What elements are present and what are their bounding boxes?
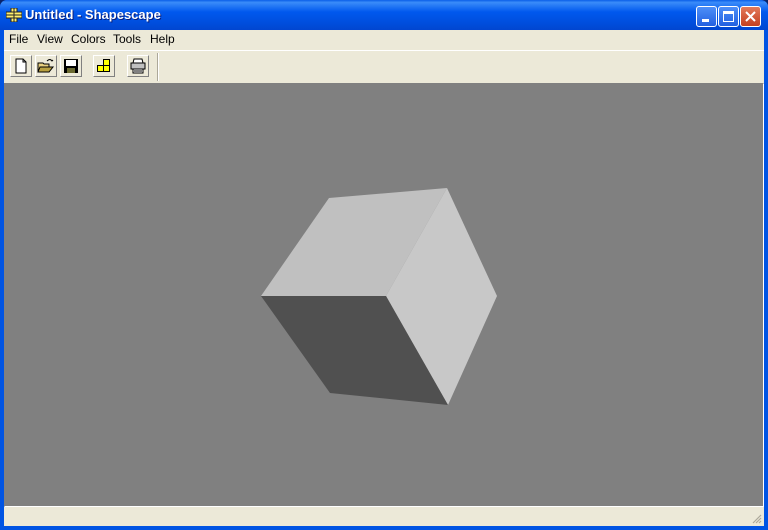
menu-file[interactable]: File [9, 32, 28, 46]
open-folder-icon [37, 59, 55, 73]
menu-tools[interactable]: Tools [113, 32, 141, 46]
menu-bar: File View Colors Tools Help [4, 30, 764, 49]
print-button[interactable] [127, 55, 149, 77]
minimize-button[interactable] [696, 6, 717, 27]
minimize-icon [702, 19, 709, 22]
title-bar[interactable]: Untitled - Shapescape [0, 0, 768, 30]
menu-view[interactable]: View [37, 32, 63, 46]
save-button[interactable] [60, 55, 82, 77]
cube-shape[interactable] [5, 84, 763, 506]
app-icon [6, 8, 22, 22]
toolbar [4, 50, 764, 83]
drawing-canvas[interactable] [4, 83, 764, 507]
new-document-icon [15, 58, 27, 74]
printer-icon [130, 58, 146, 74]
client-area: File View Colors Tools Help [4, 30, 764, 526]
close-button[interactable] [740, 6, 761, 27]
menu-help[interactable]: Help [150, 32, 175, 46]
maximize-button[interactable] [718, 6, 739, 27]
shapes-blocks-icon [97, 59, 110, 72]
shapes-button[interactable] [93, 55, 115, 77]
menu-colors[interactable]: Colors [71, 32, 106, 46]
close-icon [745, 11, 756, 22]
open-button[interactable] [35, 55, 57, 77]
save-disk-icon [64, 59, 78, 73]
app-window: Untitled - Shapescape File View Colors T… [0, 0, 768, 530]
maximize-icon [723, 11, 734, 22]
new-button[interactable] [10, 55, 32, 77]
resize-grip-icon[interactable] [750, 512, 762, 524]
toolbar-separator [157, 53, 159, 81]
status-bar [4, 507, 764, 526]
window-title: Untitled - Shapescape [25, 7, 161, 22]
